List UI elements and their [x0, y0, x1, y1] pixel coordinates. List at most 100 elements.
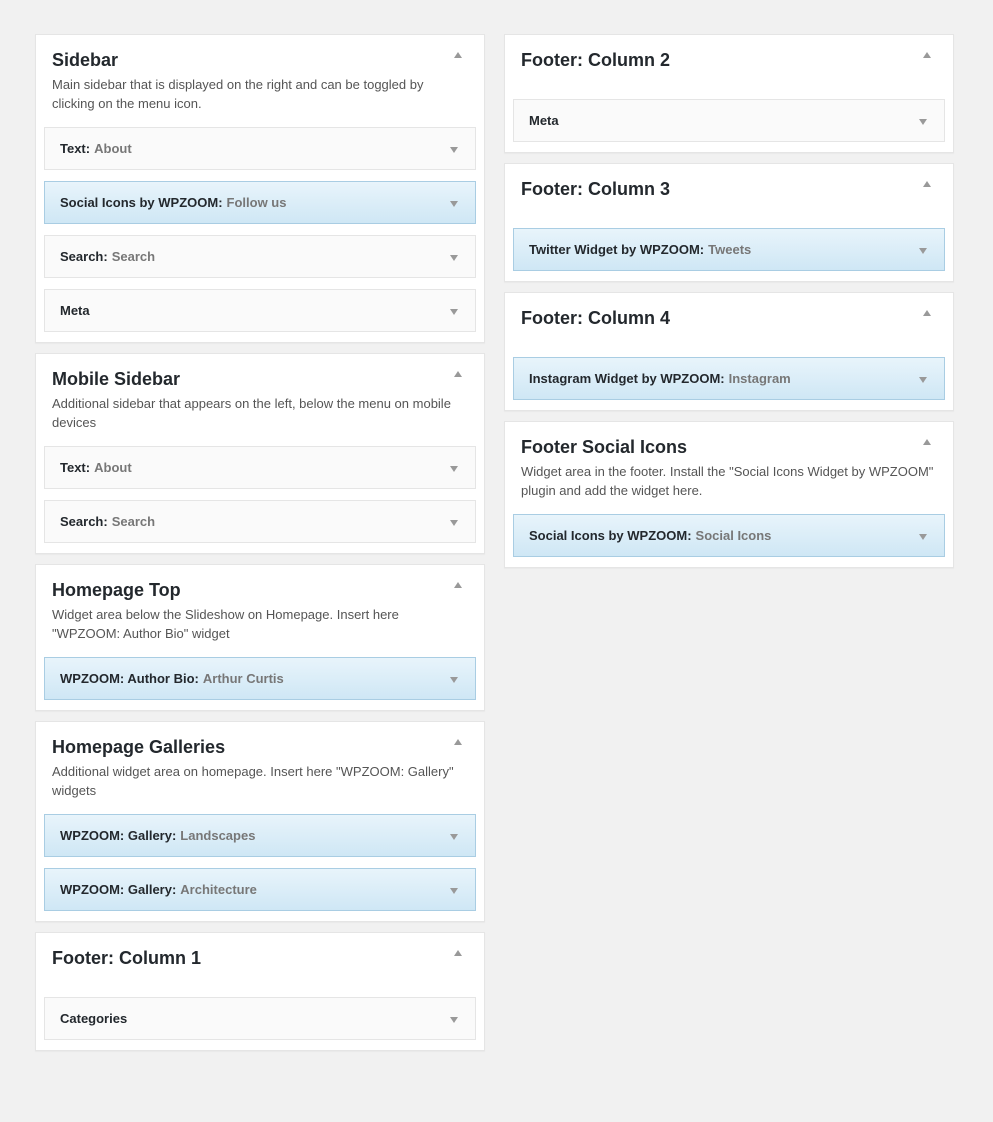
caret-down-icon[interactable]: [450, 888, 458, 894]
widget-type-label: Twitter Widget by WPZOOM:: [529, 242, 705, 257]
widget-list: Text: About Search: Search: [44, 446, 476, 543]
widget-area-title: Footer: Column 4: [521, 307, 670, 328]
caret-down-icon[interactable]: [450, 201, 458, 207]
caret-up-icon[interactable]: [454, 582, 462, 588]
widget-type-label: Meta: [529, 113, 559, 128]
widget-type-label: WPZOOM: Author Bio:: [60, 671, 199, 686]
caret-down-icon[interactable]: [450, 309, 458, 315]
widget-type-label: Instagram Widget by WPZOOM:: [529, 371, 725, 386]
widget-area-title: Homepage Galleries: [52, 736, 226, 757]
widget-area-header[interactable]: Footer: Column 3: [513, 176, 945, 202]
widget-item-search-search[interactable]: Search: Search: [44, 500, 476, 543]
widget-list: WPZOOM: Author Bio: Arthur Curtis: [44, 657, 476, 700]
caret-up-icon[interactable]: [454, 950, 462, 956]
widget-area-mobile-sidebar: Mobile Sidebar Additional sidebar that a…: [35, 353, 485, 554]
widget-item-wpzoom-gallery-architecture[interactable]: WPZOOM: Gallery: Architecture: [44, 868, 476, 911]
widget-area-homepage-top: Homepage Top Widget area below the Slide…: [35, 564, 485, 711]
caret-up-icon[interactable]: [923, 181, 931, 187]
caret-down-icon[interactable]: [450, 1017, 458, 1023]
widget-instance-title: Architecture: [180, 882, 257, 897]
widget-item-social-icons-by-wpzoom-social-icons[interactable]: Social Icons by WPZOOM: Social Icons: [513, 514, 945, 557]
widget-area-header[interactable]: Homepage Top: [44, 577, 476, 603]
widget-item-meta[interactable]: Meta: [513, 99, 945, 142]
widget-item-social-icons-by-wpzoom-follow-us[interactable]: Social Icons by WPZOOM: Follow us: [44, 181, 476, 224]
widget-item-text-about[interactable]: Text: About: [44, 446, 476, 489]
widget-type-label: WPZOOM: Gallery:: [60, 882, 177, 897]
widget-area-header[interactable]: Homepage Galleries: [44, 734, 476, 760]
widget-area-description: Additional sidebar that appears on the l…: [52, 396, 451, 430]
caret-down-icon[interactable]: [919, 248, 927, 254]
widget-area-title: Sidebar: [52, 49, 119, 70]
widget-instance-title: Tweets: [708, 242, 752, 257]
widget-type-label: WPZOOM: Gallery:: [60, 828, 177, 843]
widget-areas-right-column: Footer: Column 2 Meta Footer: Column 3 T…: [504, 34, 954, 578]
widget-area-description: Widget area below the Slideshow on Homep…: [52, 607, 399, 641]
widget-instance-title: Instagram: [728, 371, 791, 386]
widget-list: Twitter Widget by WPZOOM: Tweets: [513, 228, 945, 271]
widget-area-footer-column-2: Footer: Column 2 Meta: [504, 34, 954, 153]
widget-area-header[interactable]: Footer Social Icons: [513, 434, 945, 460]
widget-instance-title: Follow us: [226, 195, 287, 210]
widget-type-label: Text:: [60, 141, 91, 156]
caret-down-icon[interactable]: [450, 466, 458, 472]
widget-area-header[interactable]: Footer: Column 4: [513, 305, 945, 331]
caret-down-icon[interactable]: [919, 119, 927, 125]
widget-area-header[interactable]: Mobile Sidebar: [44, 366, 476, 392]
widget-item-search-search[interactable]: Search: Search: [44, 235, 476, 278]
widget-list: Categories: [44, 997, 476, 1040]
widget-area-header[interactable]: Footer: Column 2: [513, 47, 945, 73]
widget-area-header[interactable]: Sidebar: [44, 47, 476, 73]
caret-down-icon[interactable]: [919, 534, 927, 540]
widget-list: Text: About Social Icons by WPZOOM: Foll…: [44, 127, 476, 332]
widget-list: Instagram Widget by WPZOOM: Instagram: [513, 357, 945, 400]
caret-up-icon[interactable]: [923, 52, 931, 58]
widget-type-label: Social Icons by WPZOOM:: [60, 195, 223, 210]
widget-area-footer-social-icons: Footer Social Icons Widget area in the f…: [504, 421, 954, 568]
widget-area-title: Footer: Column 1: [52, 947, 201, 968]
widget-type-label: Text:: [60, 460, 91, 475]
widget-instance-title: Arthur Curtis: [202, 671, 284, 686]
widget-list: WPZOOM: Gallery: Landscapes WPZOOM: Gall…: [44, 814, 476, 911]
widget-areas-left-column: Sidebar Main sidebar that is displayed o…: [35, 34, 485, 1061]
widget-area-title: Homepage Top: [52, 579, 181, 600]
widget-area-title: Mobile Sidebar: [52, 368, 181, 389]
caret-down-icon[interactable]: [450, 677, 458, 683]
widget-type-label: Search:: [60, 249, 108, 264]
widget-instance-title: About: [94, 460, 132, 475]
widget-area-title: Footer Social Icons: [521, 436, 688, 457]
caret-up-icon[interactable]: [454, 739, 462, 745]
caret-down-icon[interactable]: [450, 255, 458, 261]
widget-item-instagram-widget-by-wpzoom-instagram[interactable]: Instagram Widget by WPZOOM: Instagram: [513, 357, 945, 400]
caret-up-icon[interactable]: [923, 439, 931, 445]
caret-up-icon[interactable]: [454, 52, 462, 58]
widget-item-meta[interactable]: Meta: [44, 289, 476, 332]
widget-area-sidebar: Sidebar Main sidebar that is displayed o…: [35, 34, 485, 343]
widget-type-label: Search:: [60, 514, 108, 529]
widget-item-wpzoom-gallery-landscapes[interactable]: WPZOOM: Gallery: Landscapes: [44, 814, 476, 857]
widget-list: Social Icons by WPZOOM: Social Icons: [513, 514, 945, 557]
widget-item-text-about[interactable]: Text: About: [44, 127, 476, 170]
caret-up-icon[interactable]: [923, 310, 931, 316]
caret-up-icon[interactable]: [454, 371, 462, 377]
widget-area-header[interactable]: Footer: Column 1: [44, 945, 476, 971]
widget-type-label: Social Icons by WPZOOM:: [529, 528, 692, 543]
widget-instance-title: Social Icons: [695, 528, 772, 543]
widget-instance-title: Landscapes: [180, 828, 256, 843]
caret-down-icon[interactable]: [450, 147, 458, 153]
caret-down-icon[interactable]: [450, 834, 458, 840]
widget-area-title: Footer: Column 2: [521, 49, 670, 70]
widget-item-twitter-widget-by-wpzoom-tweets[interactable]: Twitter Widget by WPZOOM: Tweets: [513, 228, 945, 271]
widget-instance-title: Search: [111, 514, 156, 529]
widget-instance-title: Search: [111, 249, 156, 264]
widget-area-homepage-galleries: Homepage Galleries Additional widget are…: [35, 721, 485, 922]
widget-list: Meta: [513, 99, 945, 142]
widget-area-description: Widget area in the footer. Install the "…: [521, 464, 934, 498]
widget-item-wpzoom-author-bio-arthur-curtis[interactable]: WPZOOM: Author Bio: Arthur Curtis: [44, 657, 476, 700]
widget-item-categories[interactable]: Categories: [44, 997, 476, 1040]
caret-down-icon[interactable]: [919, 377, 927, 383]
widget-type-label: Categories: [60, 1011, 128, 1026]
widget-type-label: Meta: [60, 303, 90, 318]
widget-area-footer-column-3: Footer: Column 3 Twitter Widget by WPZOO…: [504, 163, 954, 282]
widget-area-description: Main sidebar that is displayed on the ri…: [52, 77, 424, 111]
caret-down-icon[interactable]: [450, 520, 458, 526]
